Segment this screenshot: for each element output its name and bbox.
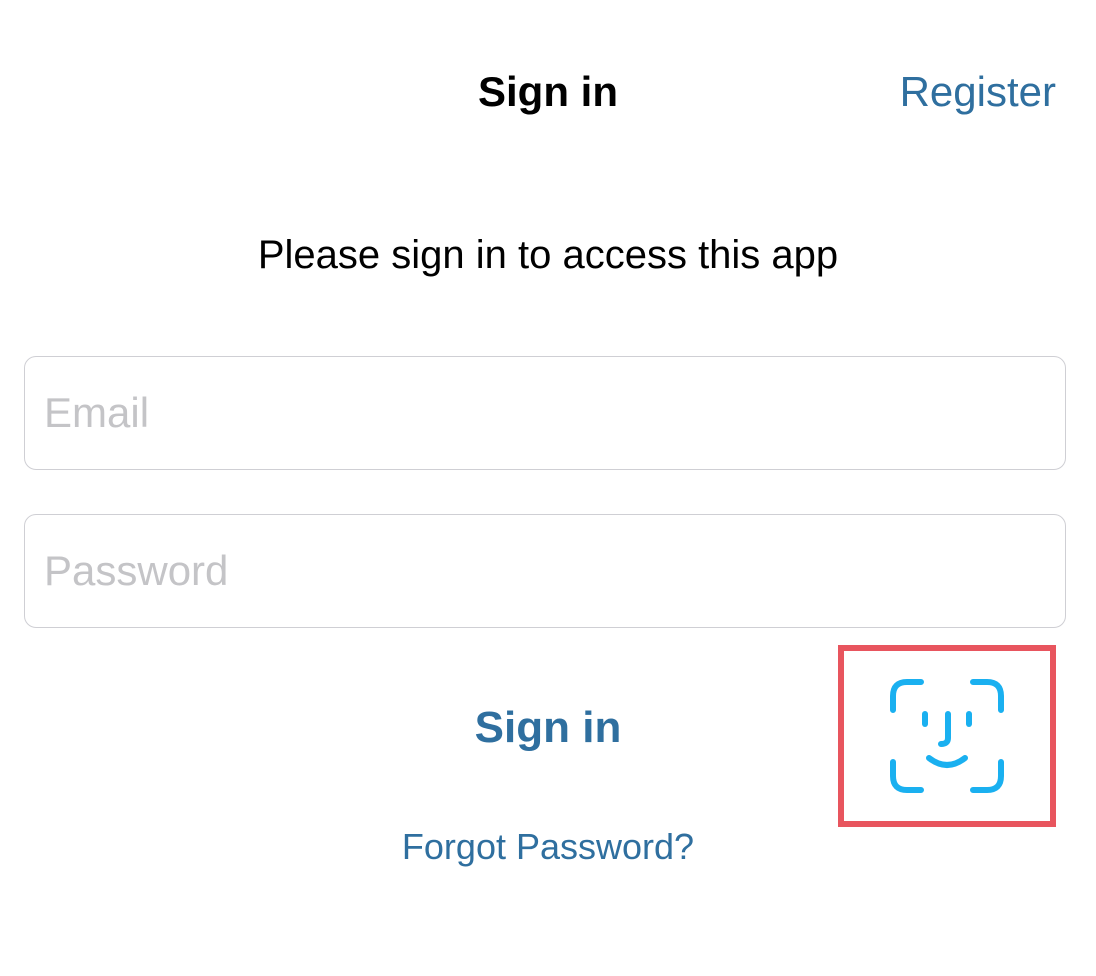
sign-in-subtitle: Please sign in to access this app bbox=[257, 233, 839, 277]
email-field-container bbox=[24, 356, 1066, 470]
forgot-password-row: Forgot Password? bbox=[0, 824, 1096, 870]
sign-in-button[interactable]: Sign in bbox=[475, 703, 622, 752]
sign-in-screen: Sign in Register Please sign in to acces… bbox=[0, 0, 1096, 976]
face-id-button[interactable] bbox=[838, 645, 1056, 827]
password-field-container bbox=[24, 514, 1066, 628]
face-id-icon bbox=[890, 679, 1004, 793]
register-button[interactable]: Register bbox=[900, 66, 1056, 118]
email-field[interactable] bbox=[25, 357, 1065, 469]
forgot-password-link[interactable]: Forgot Password? bbox=[402, 826, 694, 867]
password-field[interactable] bbox=[25, 515, 1065, 627]
